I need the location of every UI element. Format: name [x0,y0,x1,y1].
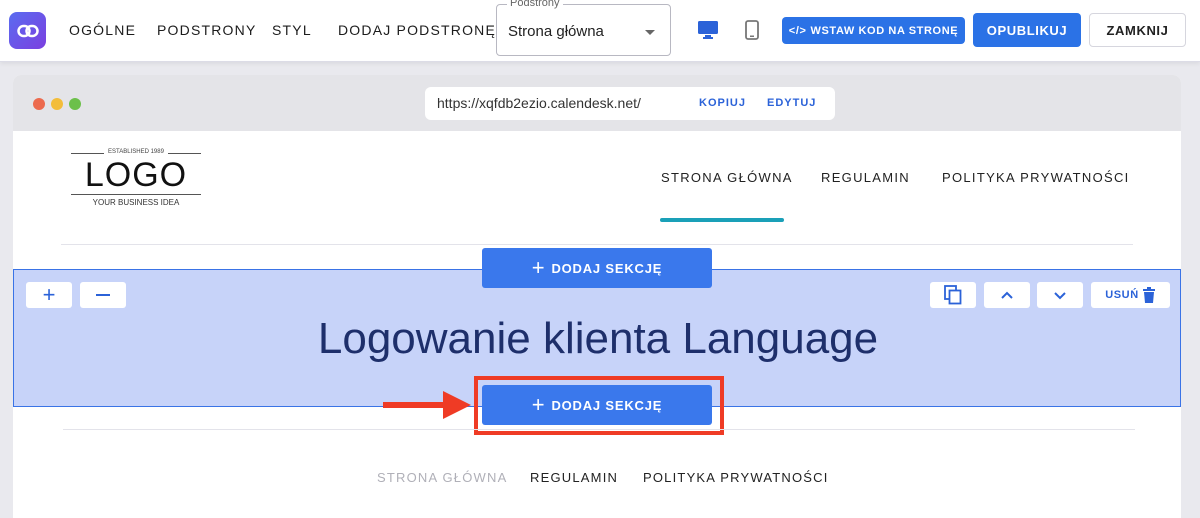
copy-url-link[interactable]: KOPIUJ [699,97,746,109]
mobile-view-button[interactable] [740,18,764,42]
preview-frame: https://xqfdb2ezio.calendesk.net/ KOPIUJ… [13,75,1181,518]
nav-add-subpage[interactable]: DODAJ PODSTRONĘ [338,22,496,38]
monitor-icon [698,21,718,39]
section-title[interactable]: Logowanie klienta Language [14,314,1181,364]
footer-nav-home[interactable]: STRONA GŁÓWNA [377,470,507,485]
chevron-up-icon [1001,291,1013,299]
nav-style[interactable]: STYL [272,22,312,38]
logo-line-bottom [71,194,201,195]
window-close-dot [33,98,45,110]
logo-text: LOGO [84,156,188,194]
logo-established: ESTABLISHED 1989 [104,149,168,155]
delete-section-button[interactable]: USUŃ [1091,282,1170,308]
active-nav-indicator [660,218,784,222]
embed-code-button[interactable]: </> WSTAW KOD NA STRONĘ [782,17,965,44]
duplicate-section-button[interactable] [930,282,976,308]
url-bar: https://xqfdb2ezio.calendesk.net/ KOPIUJ… [425,87,835,120]
add-row-button[interactable]: + [26,282,72,308]
url-text: https://xqfdb2ezio.calendesk.net/ [437,95,641,111]
edit-url-link[interactable]: EDYTUJ [767,97,816,109]
site-logo[interactable]: ESTABLISHED 1989 LOGO YOUR BUSINESS IDEA [71,149,201,207]
trash-icon [1142,287,1155,303]
add-section-button-top[interactable]: + DODAJ SEKCJĘ [482,248,712,288]
delete-section-label: USUŃ [1105,289,1139,301]
footer-nav-terms[interactable]: REGULAMIN [530,470,618,485]
link-icon [16,24,39,37]
subpage-select-value: Strona główna [508,23,604,40]
desktop-view-button[interactable] [696,18,720,42]
subpage-select-label: Podstrony [507,0,563,9]
arrow-right-icon [443,391,471,419]
add-section-label: DODAJ SEKCJĘ [551,260,663,276]
minus-icon [96,294,110,296]
nav-general[interactable]: OGÓLNE [69,22,136,38]
highlight-box [474,376,724,435]
phone-icon [745,20,759,40]
move-section-down-button[interactable] [1037,282,1083,308]
embed-code-label: WSTAW KOD NA STRONĘ [810,24,959,37]
copy-icon [944,285,962,305]
subpage-select[interactable]: Podstrony Strona główna [496,0,671,56]
header-divider [61,244,1133,245]
annotation-arrow-shaft [383,402,447,408]
site-nav-privacy[interactable]: POLITYKA PRYWATNOŚCI [942,170,1130,185]
plus-icon: + [531,255,546,280]
remove-row-button[interactable] [80,282,126,308]
site-nav-terms[interactable]: REGULAMIN [821,170,910,185]
chevron-down-icon [1054,291,1066,299]
publish-button[interactable]: OPUBLIKUJ [973,13,1081,47]
footer-nav-privacy[interactable]: POLITYKA PRYWATNOŚCI [643,470,829,485]
footer-divider [63,429,1135,430]
site-nav-home[interactable]: STRONA GŁÓWNA [661,170,793,185]
window-minimize-dot [51,98,63,110]
code-icon: </> [788,24,807,37]
close-button[interactable]: ZAMKNIJ [1089,13,1186,47]
plus-icon: + [42,282,56,307]
app-logo[interactable] [9,12,46,49]
chevron-down-icon [645,30,655,35]
editor-toolbar: OGÓLNE PODSTRONY STYL DODAJ PODSTRONĘ Po… [0,0,1200,62]
move-section-up-button[interactable] [984,282,1030,308]
nav-subpages[interactable]: PODSTRONY [157,22,256,38]
browser-bar: https://xqfdb2ezio.calendesk.net/ KOPIUJ… [13,75,1181,131]
logo-tagline: YOUR BUSINESS IDEA [92,198,180,207]
window-maximize-dot [69,98,81,110]
